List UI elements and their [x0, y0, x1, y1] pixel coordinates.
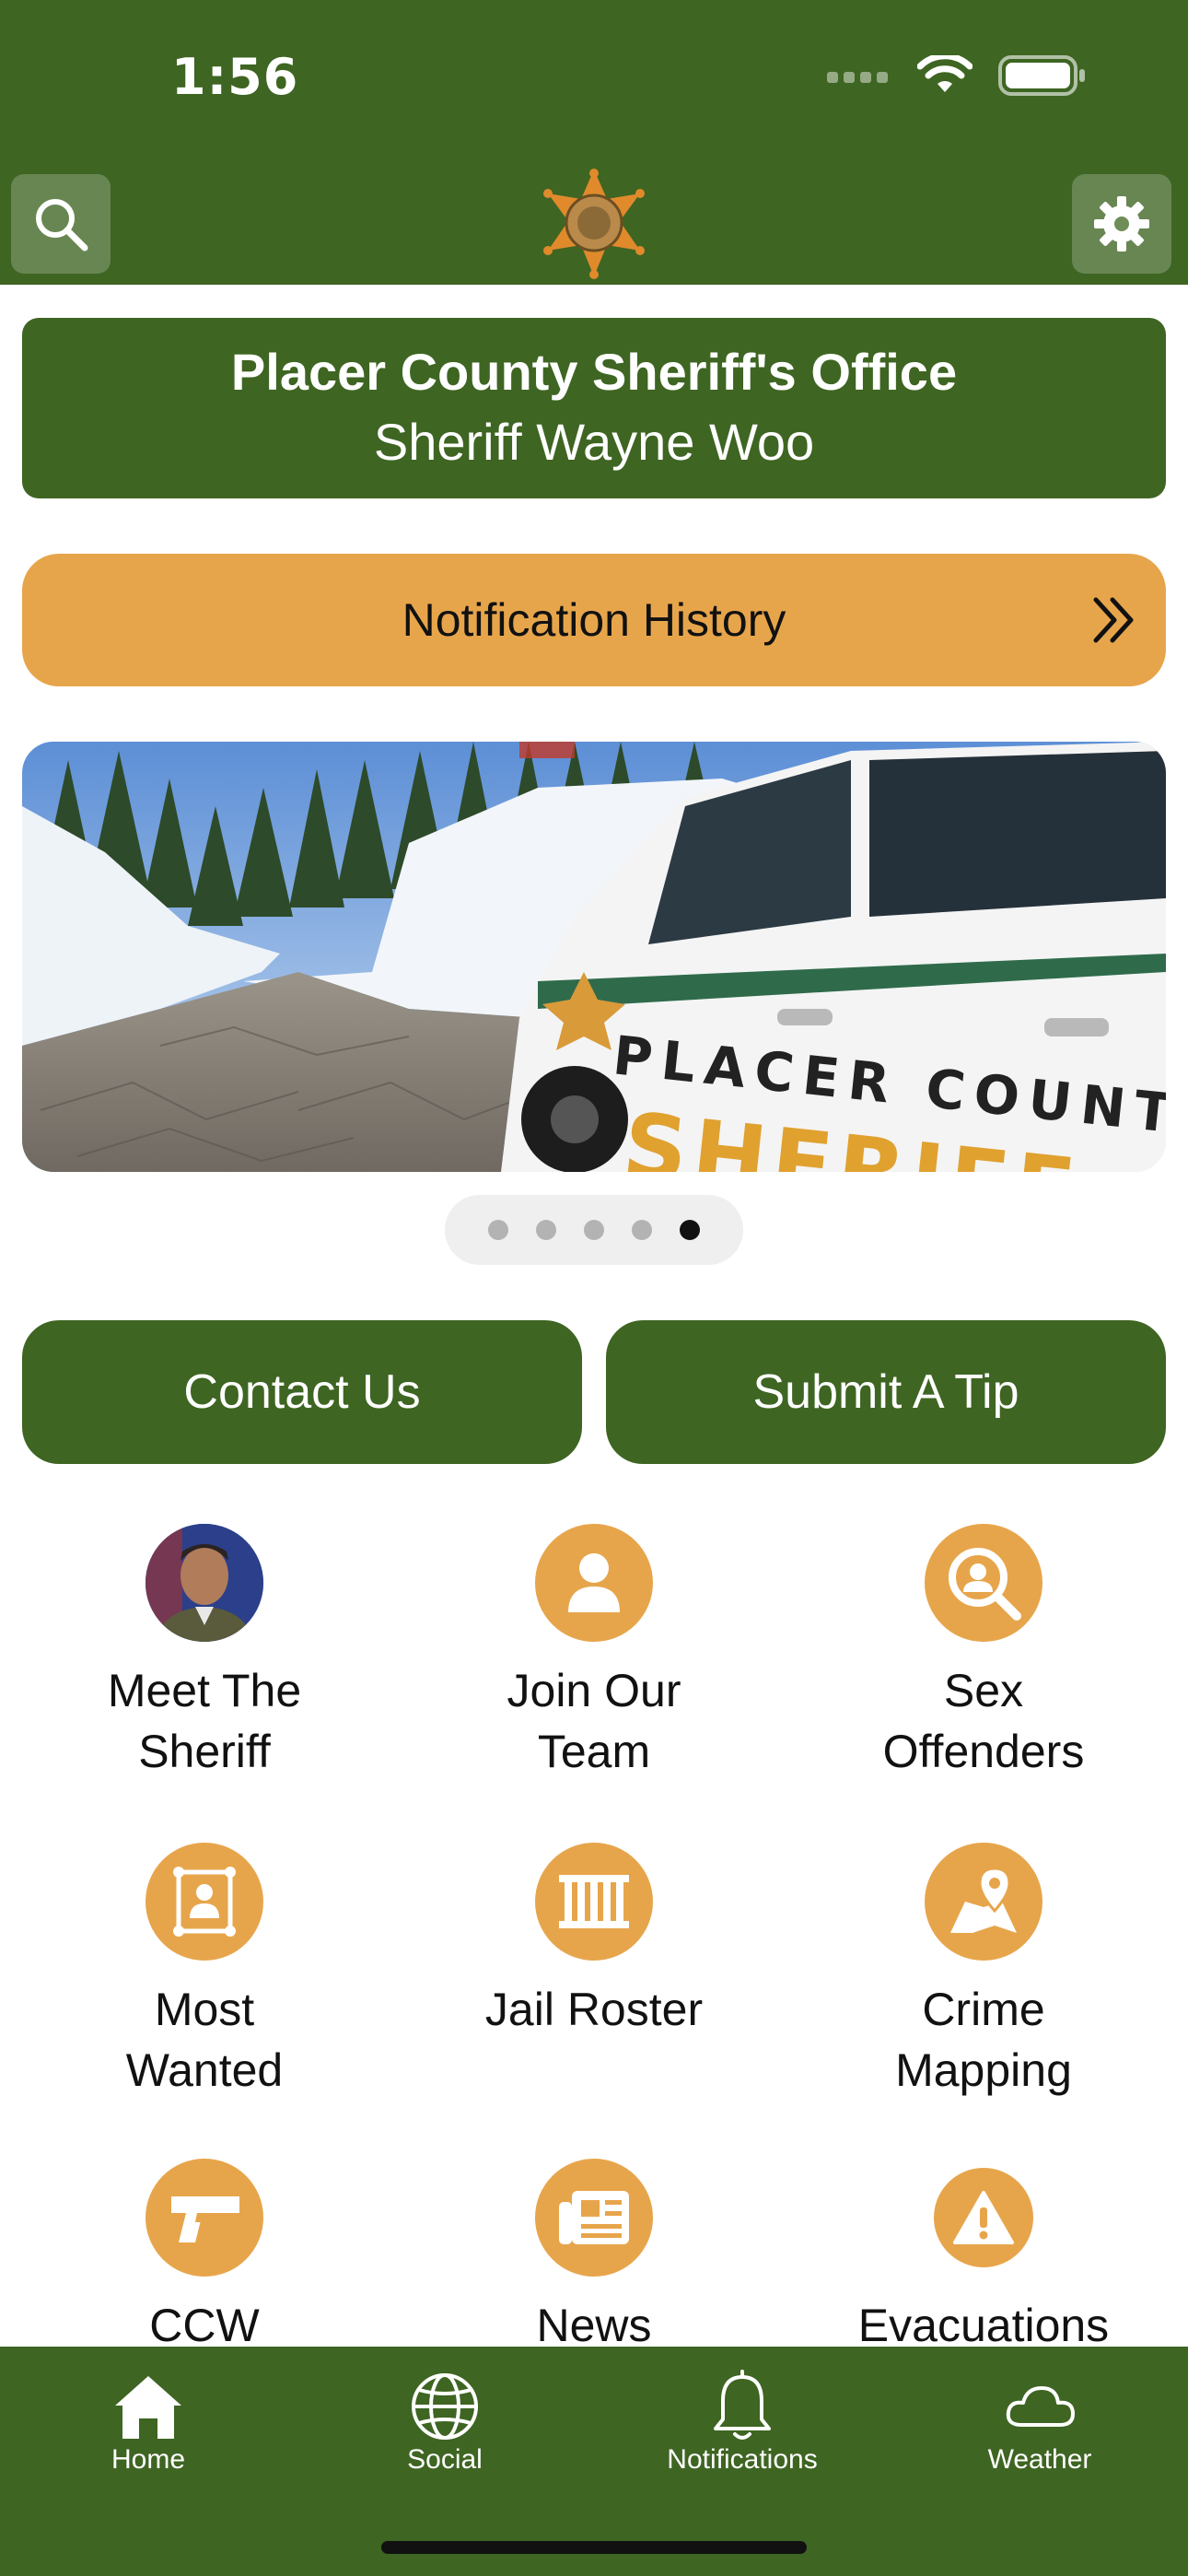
magnify-person-icon — [949, 1548, 1021, 1621]
grid-item-meet-the-sheriff[interactable]: Meet The Sheriff — [11, 1524, 398, 1782]
grid-item-label: Join Our Team — [401, 1660, 787, 1782]
handgun-icon — [171, 2196, 239, 2242]
double-chevron-right-icon — [1093, 597, 1134, 643]
label-line-2: Mapping — [895, 2044, 1072, 2096]
tab-label: Social — [407, 2444, 483, 2475]
tab-weather[interactable]: Weather — [891, 2347, 1188, 2494]
sheriff-portrait — [146, 1524, 263, 1642]
grid-item-join-our-team[interactable]: Join Our Team — [401, 1524, 787, 1782]
grid-item-news[interactable]: News — [401, 2159, 787, 2351]
label-line-1: Most — [154, 1984, 255, 2035]
wanted-poster-icon-wrap — [146, 1843, 263, 1961]
cloud-icon-wrap — [994, 2365, 1086, 2448]
grid-item-ccw[interactable]: CCW — [11, 2159, 398, 2351]
label-line-2: Offenders — [882, 1726, 1085, 1777]
search-button[interactable] — [11, 174, 111, 274]
submit-tip-label: Submit A Tip — [752, 1365, 1019, 1419]
tab-notifications[interactable]: Notifications — [594, 2347, 891, 2494]
label-line-1: Sex — [943, 1665, 1024, 1716]
warning-icon-wrap — [934, 2168, 1033, 2267]
label-line-1: Crime — [922, 1984, 1045, 2035]
label-line-1: Jail Roster — [484, 1984, 704, 2035]
newspaper-icon — [559, 2191, 629, 2244]
battery-icon — [998, 55, 1085, 96]
label-line-1: Join Our — [507, 1665, 681, 1716]
notification-history-button[interactable]: Notification History — [22, 554, 1166, 686]
tab-home[interactable]: Home — [0, 2347, 297, 2494]
home-icon — [115, 2376, 181, 2439]
globe-icon-wrap — [399, 2365, 491, 2448]
magnify-person-icon-wrap — [925, 1524, 1042, 1642]
search-icon — [36, 199, 88, 252]
jail-bars-icon — [559, 1875, 629, 1928]
sheriff-badge-logo — [537, 166, 651, 280]
sheriff-star-badge — [543, 169, 645, 279]
contact-us-label: Contact Us — [183, 1365, 421, 1419]
cellular-signal-icon — [827, 72, 888, 83]
submit-tip-button[interactable]: Submit A Tip — [606, 1320, 1166, 1464]
carousel-pagination[interactable] — [445, 1195, 743, 1265]
carousel-dot[interactable] — [584, 1220, 604, 1240]
grid-item-jail-roster[interactable]: Jail Roster — [401, 1843, 787, 2101]
handgun-icon-wrap — [146, 2159, 263, 2277]
tab-social[interactable]: Social — [297, 2347, 593, 2494]
status-time: 1:56 — [171, 48, 299, 106]
carousel-dot-active[interactable] — [680, 1220, 700, 1240]
sheriff-portrait-image — [146, 1524, 263, 1642]
grid-item-label: Sex Offenders — [790, 1660, 1177, 1782]
person-icon — [568, 1553, 620, 1612]
map-pin-icon-wrap — [925, 1843, 1042, 1961]
wanted-poster-icon — [173, 1867, 236, 1937]
snow-road-sheriff-vehicle-photo: PLACER COUNTY SHERIFF — [22, 742, 1166, 1172]
settings-button[interactable] — [1072, 174, 1171, 274]
globe-icon — [412, 2373, 478, 2440]
label-line-2: Sheriff — [138, 1726, 271, 1777]
sheriff-name: Sheriff Wayne Woo — [373, 413, 815, 471]
notification-history-label: Notification History — [402, 594, 786, 646]
contact-us-button[interactable]: Contact Us — [22, 1320, 582, 1464]
carousel-image[interactable]: PLACER COUNTY SHERIFF — [22, 742, 1166, 1172]
grid-item-label: Crime Mapping — [790, 1979, 1177, 2101]
label-line-1: Meet The — [107, 1665, 302, 1716]
status-icons — [827, 55, 1087, 96]
agency-name: Placer County Sheriff's Office — [230, 343, 958, 401]
home-indicator[interactable] — [381, 2541, 807, 2554]
bell-icon-wrap — [696, 2365, 788, 2448]
grid-item-label: Jail Roster — [401, 1979, 787, 2040]
gear-icon — [1094, 196, 1149, 252]
jail-bars-icon-wrap — [535, 1843, 653, 1961]
carousel-dot[interactable] — [536, 1220, 556, 1240]
tab-label: Notifications — [667, 2444, 818, 2475]
bell-icon — [714, 2370, 771, 2440]
agency-title-card: Placer County Sheriff's Office Sheriff W… — [22, 318, 1166, 498]
carousel-dot[interactable] — [488, 1220, 508, 1240]
grid-item-sex-offenders[interactable]: Sex Offenders — [790, 1524, 1177, 1782]
grid-item-crime-mapping[interactable]: Crime Mapping — [790, 1843, 1177, 2101]
tab-label: Weather — [987, 2444, 1092, 2475]
newspaper-icon-wrap — [535, 2159, 653, 2277]
grid-item-most-wanted[interactable]: Most Wanted — [11, 1843, 398, 2101]
person-icon-wrap — [535, 1524, 653, 1642]
warning-icon — [953, 2191, 1014, 2244]
wifi-icon — [917, 55, 973, 92]
label-line-2: Wanted — [125, 2044, 284, 2096]
grid-item-label: Most Wanted — [11, 1979, 398, 2101]
grid-item-evacuations[interactable]: Evacuations — [790, 2159, 1177, 2351]
grid-item-label: Meet The Sheriff — [11, 1660, 398, 1782]
cloud-icon — [1006, 2386, 1075, 2427]
tab-label: Home — [111, 2444, 186, 2475]
label-line-2: Team — [537, 1726, 651, 1777]
carousel-dot[interactable] — [632, 1220, 652, 1240]
map-pin-icon — [950, 1867, 1017, 1933]
home-icon-wrap — [102, 2365, 194, 2448]
